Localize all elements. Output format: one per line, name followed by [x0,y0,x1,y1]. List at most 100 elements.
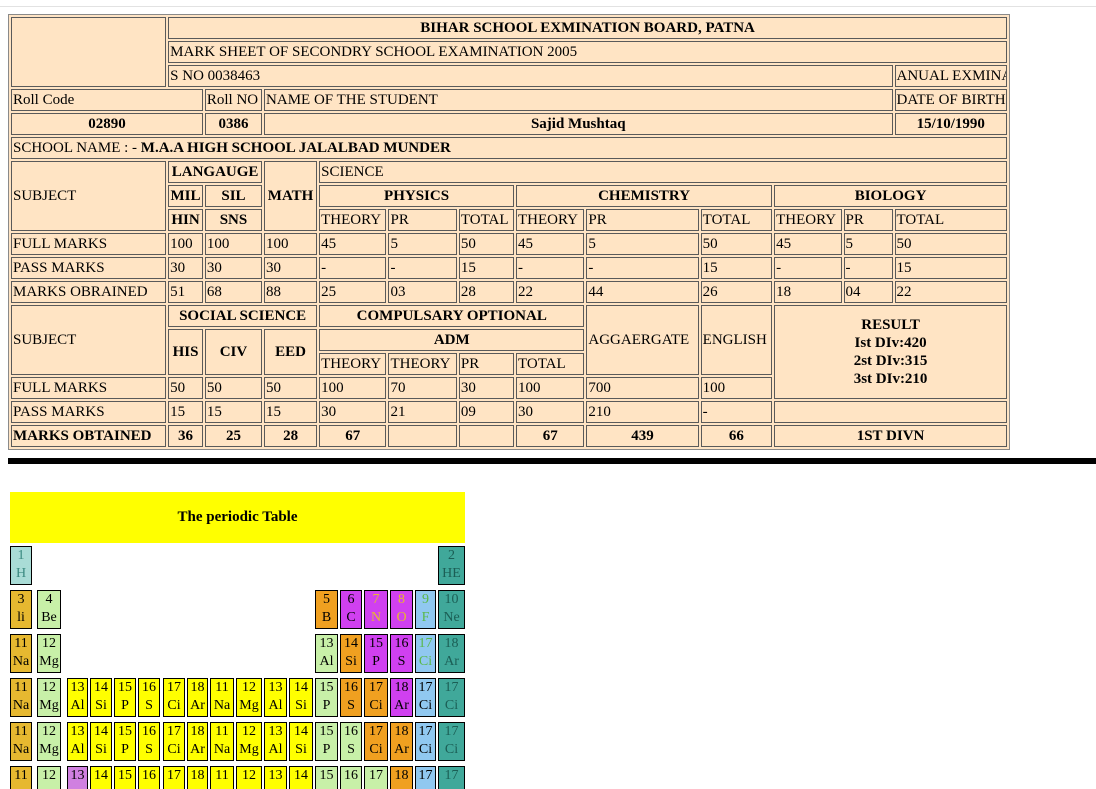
element-number: 14 [294,768,308,783]
cell: 210 [586,401,699,423]
element-number: 2 [448,548,455,563]
element-symbol: S [145,742,153,757]
element-symbol: Si [295,698,307,713]
periodic-table-title: The periodic Table [10,492,465,543]
cell: 45 [516,233,585,255]
element-number: 13 [70,768,85,783]
element-number: 18 [190,680,205,695]
element-number: 11 [215,768,229,783]
element-cell: 14 Si [289,722,313,761]
element-cell: 6C [340,590,362,629]
element-number: 18 [190,768,205,783]
element-number: 17 [418,636,433,651]
roll-code-label: Roll Code [11,89,203,111]
cell: 22 [894,281,1007,303]
cell: 09 [458,401,514,423]
p1-pass-row: PASS MARKS 30 30 30 - - 15 - - 15 - - 15 [11,257,1007,279]
cell: 45 [319,233,387,255]
biology-theory: THEORY [774,209,842,231]
element-cell: 16 S [138,722,160,761]
element-cell: 14 Si [90,722,112,761]
element-cell: 17 Ci [163,722,185,761]
element-number: 16 [344,680,358,695]
student-name-label: NAME OF THE STUDENT [264,89,893,111]
element-number: 14 [294,680,308,695]
element-number: 12 [242,680,256,695]
cell: 100 [204,233,263,255]
element-number: 11 [14,636,28,651]
civ-header: CIV [204,329,263,375]
element-number: 14 [94,724,108,739]
element-cell: 13 Al [67,678,88,717]
element-symbol: Ar [444,654,459,669]
sheet-title: MARK SHEET OF SECONDRY SCHOOL EXAMINATIO… [168,41,1007,63]
element-cell: 12 Mg [37,678,61,717]
roll-code-value: 02890 [11,113,203,135]
element-cell: 15 P [114,678,136,717]
physics-pr: PR [388,209,457,231]
element-symbol: S [347,742,355,757]
element-cell: 11 Na [210,678,234,717]
element-symbol: Ar [394,742,409,757]
element-number: 17 [167,724,181,739]
element-cell: 12 Mg [236,722,262,761]
element-cell: 4 Be [37,590,61,629]
element-cell: 17 Ci [415,678,436,717]
mil-header: MIL [168,185,203,207]
element-symbol: Ci [418,698,433,713]
element-cell: 3 li [10,590,32,629]
his-header: HIS [168,329,203,375]
element-number: 17 [167,680,181,695]
element-cell: 11 Na [210,722,234,761]
adm-theory-1: THEORY [319,353,387,375]
cell: 50 [458,233,514,255]
school-name-label: SCHOOL NAME : - [13,140,138,156]
serial-no: S NO 0038463 [168,65,893,87]
element-symbol: Al [70,742,85,757]
element-symbol: F [421,610,430,625]
cell: 100 [700,377,773,399]
element-cell: 17 Ci [438,678,465,717]
element-cell: 14 [90,766,112,789]
blank-corner [11,17,167,87]
roll-no-label: Roll NO [204,89,263,111]
cell: 50 [894,233,1007,255]
element-cell: 18 Ar [390,678,413,717]
cell: - [700,401,773,423]
cell: 66 [700,425,773,447]
element-number: 17 [418,724,433,739]
top-divider [0,6,1096,7]
element-number: 16 [142,724,156,739]
element-symbol: C [346,610,356,625]
cell: 15 [700,257,773,279]
cell: - [388,257,457,279]
element-number: 11 [14,768,28,783]
element-symbol: Ci [418,742,433,757]
element-number: 13 [268,680,283,695]
cell: 15 [894,257,1007,279]
cell: - [586,257,699,279]
pass-marks-label-2: PASS MARKS [11,401,167,423]
chemistry-header: CHEMISTRY [516,185,773,207]
element-symbol: Ci [444,698,459,713]
div1-threshold: Ist DIv:420 [854,335,927,351]
compulsary-optional-header: COMPULSARY OPTIONAL [319,305,585,327]
cell: 15 [264,401,318,423]
cell: 67 [516,425,585,447]
element-cell: 9F [415,590,436,629]
element-cell: 18 Ar [438,634,465,673]
element-number: 18 [190,724,205,739]
adm-pr: PR [458,353,514,375]
element-number: 11 [14,724,28,739]
cell: 21 [388,401,457,423]
cell [458,425,514,447]
element-symbol: Ar [394,698,409,713]
element-symbol: Ar [190,698,205,713]
cell: 100 [516,377,585,399]
element-number: 4 [45,592,53,607]
element-symbol: Ci [444,742,459,757]
hin-header: HIN [168,209,203,231]
element-number: 16 [142,680,156,695]
element-cell: 12 Mg [37,722,61,761]
cell: - [774,257,842,279]
